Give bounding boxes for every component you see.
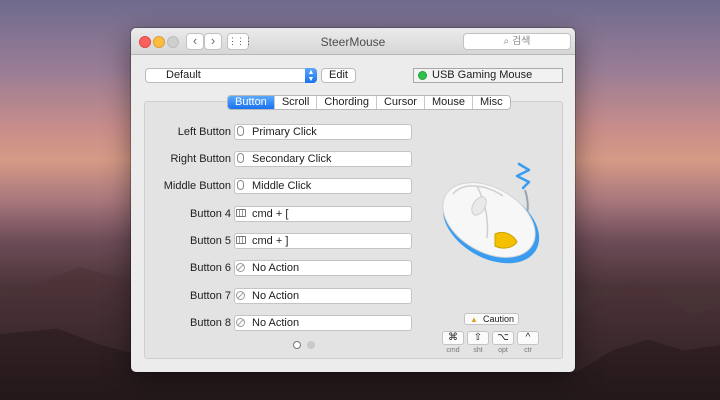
page-dot-1[interactable] bbox=[293, 341, 301, 349]
action-label: cmd + ] bbox=[252, 235, 289, 247]
tab-cursor[interactable]: Cursor bbox=[377, 96, 425, 109]
cmd-key-label: cmd bbox=[446, 347, 460, 354]
action-label: Middle Click bbox=[252, 180, 312, 192]
no-action-icon bbox=[236, 263, 245, 272]
button-label: Left Button bbox=[177, 126, 231, 138]
search-placeholder: 검색 bbox=[512, 36, 531, 47]
option-key[interactable]: ⌥ bbox=[492, 331, 514, 345]
option-key-label: opt bbox=[498, 347, 508, 354]
button-row-right: Right Button Secondary Click bbox=[131, 151, 421, 167]
search-icon: ⌕ bbox=[503, 36, 510, 47]
device-selector[interactable]: USB Gaming Mouse bbox=[413, 68, 563, 83]
search-input[interactable]: ⌕ 검색 bbox=[463, 33, 571, 50]
button-label: Button 8 bbox=[190, 317, 231, 329]
action-label: No Action bbox=[252, 262, 300, 274]
mouse-illustration-icon bbox=[442, 162, 540, 264]
tab-misc[interactable]: Misc bbox=[473, 96, 510, 109]
action-label: Secondary Click bbox=[252, 153, 332, 165]
action-label: No Action bbox=[252, 317, 300, 329]
action-field[interactable]: No Action bbox=[234, 315, 412, 331]
warning-icon: ▲ bbox=[470, 315, 478, 324]
control-key-label: ctr bbox=[524, 347, 532, 354]
button-row-left: Left Button Primary Click bbox=[131, 124, 421, 140]
caution-button[interactable]: ▲ Caution bbox=[464, 313, 519, 325]
shift-key[interactable]: ⇧ bbox=[467, 331, 489, 345]
mouse-icon bbox=[237, 126, 244, 136]
action-field[interactable]: cmd + [ bbox=[234, 206, 412, 222]
tab-button[interactable]: Button bbox=[228, 96, 275, 109]
caution-label: Caution bbox=[483, 314, 515, 324]
steermouse-window: ‹ › ⋮⋮⋮ SteerMouse ⌕ 검색 Default ▲ ▼ Edit U… bbox=[131, 28, 575, 372]
action-field[interactable]: Primary Click bbox=[234, 124, 412, 140]
button-label: Button 4 bbox=[190, 208, 231, 220]
no-action-icon bbox=[236, 291, 245, 300]
tab-chording[interactable]: Chording bbox=[317, 96, 377, 109]
page-dot-2[interactable] bbox=[307, 341, 315, 349]
button-label: Middle Button bbox=[163, 180, 231, 192]
shift-key-label: sht bbox=[473, 347, 483, 354]
tab-mouse[interactable]: Mouse bbox=[425, 96, 474, 109]
button-row-8: Button 8 No Action bbox=[131, 315, 421, 331]
button-label: Button 6 bbox=[190, 262, 231, 274]
no-action-icon bbox=[236, 318, 245, 327]
action-label: No Action bbox=[252, 290, 300, 302]
control-key[interactable]: ^ bbox=[517, 331, 539, 345]
keyboard-icon bbox=[236, 236, 246, 244]
title-bar: ‹ › ⋮⋮⋮ SteerMouse ⌕ 검색 bbox=[131, 28, 575, 55]
action-label: Primary Click bbox=[252, 126, 317, 138]
button-row-5: Button 5 cmd + ] bbox=[131, 233, 421, 249]
edit-button[interactable]: Edit bbox=[321, 68, 356, 83]
action-field[interactable]: No Action bbox=[234, 260, 412, 276]
button-row-7: Button 7 No Action bbox=[131, 288, 421, 304]
tab-scroll[interactable]: Scroll bbox=[275, 96, 318, 109]
profile-popup[interactable]: Default ▲ ▼ bbox=[145, 68, 317, 83]
cmd-key[interactable]: ⌘ bbox=[442, 331, 464, 345]
keyboard-icon bbox=[236, 209, 246, 217]
popup-arrows-icon: ▲ ▼ bbox=[305, 68, 317, 83]
button-label: Right Button bbox=[170, 153, 231, 165]
action-field[interactable]: Middle Click bbox=[234, 178, 412, 194]
mouse-icon bbox=[237, 153, 244, 163]
button-label: Button 7 bbox=[190, 290, 231, 302]
profile-selected: Default bbox=[166, 69, 201, 81]
button-label: Button 5 bbox=[190, 235, 231, 247]
tab-bar: Button Scroll Chording Cursor Mouse Misc bbox=[227, 95, 511, 110]
action-field[interactable]: cmd + ] bbox=[234, 233, 412, 249]
page-indicator bbox=[293, 341, 323, 351]
device-name: USB Gaming Mouse bbox=[432, 69, 533, 81]
action-field[interactable]: Secondary Click bbox=[234, 151, 412, 167]
device-status-icon bbox=[418, 71, 427, 80]
button-row-6: Button 6 No Action bbox=[131, 260, 421, 276]
action-label: cmd + [ bbox=[252, 208, 289, 220]
button-row-4: Button 4 cmd + [ bbox=[131, 206, 421, 222]
action-field[interactable]: No Action bbox=[234, 288, 412, 304]
button-row-middle: Middle Button Middle Click bbox=[131, 178, 421, 194]
mouse-icon bbox=[237, 180, 244, 190]
